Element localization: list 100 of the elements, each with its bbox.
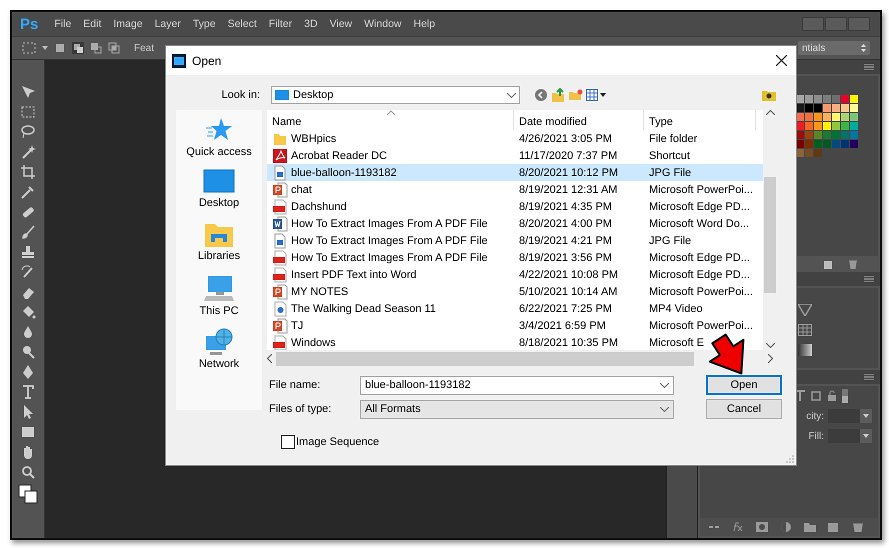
column-header[interactable]: Name <box>267 110 514 130</box>
open-button[interactable]: Open <box>706 375 782 395</box>
menu-item[interactable]: Select <box>222 18 263 30</box>
caret-icon[interactable] <box>863 414 869 418</box>
grid-icon[interactable] <box>798 324 812 336</box>
half-circle-icon[interactable] <box>780 522 792 532</box>
color-swatch[interactable] <box>850 95 858 103</box>
place-item[interactable]: Quick access <box>186 116 252 169</box>
stamp-icon[interactable] <box>20 244 36 260</box>
color-swatch[interactable] <box>805 131 813 139</box>
chevron-left-icon[interactable] <box>267 354 272 363</box>
column-header[interactable]: Date modified <box>514 110 644 130</box>
color-swatch[interactable] <box>805 95 813 103</box>
color-swatch[interactable] <box>841 131 849 139</box>
color-swatch[interactable] <box>814 113 822 121</box>
back-icon[interactable] <box>534 88 548 102</box>
type-icon[interactable] <box>20 384 36 400</box>
color-swatches-icon[interactable] <box>18 484 38 504</box>
workspace-dropdown[interactable]: ntials <box>798 41 870 55</box>
color-swatch[interactable] <box>823 122 831 130</box>
view-menu-icon[interactable] <box>586 89 606 101</box>
menu-item[interactable]: View <box>324 18 358 30</box>
vertical-scrollbar[interactable] <box>763 110 777 350</box>
place-item[interactable]: Desktop <box>198 169 240 222</box>
color-swatch[interactable] <box>805 113 813 121</box>
scroll-thumb[interactable] <box>764 177 776 293</box>
subtract-selection-icon[interactable] <box>90 42 102 54</box>
menu-item[interactable]: Edit <box>77 18 108 30</box>
new-selection-icon[interactable] <box>54 42 66 54</box>
checkbox[interactable] <box>281 435 295 449</box>
pen-icon[interactable] <box>20 364 36 380</box>
color-swatch[interactable] <box>805 104 813 112</box>
menu-icon[interactable] <box>864 276 874 282</box>
rectangle-icon[interactable] <box>20 424 36 440</box>
new-layer-icon[interactable] <box>828 522 840 532</box>
zoom-icon[interactable] <box>20 464 36 480</box>
color-swatch[interactable] <box>814 104 822 112</box>
color-swatch[interactable] <box>823 131 831 139</box>
color-swatch[interactable] <box>832 122 840 130</box>
color-swatch[interactable] <box>841 122 849 130</box>
transform-filter-icon[interactable] <box>810 390 822 402</box>
menu-item[interactable]: Filter <box>262 18 298 30</box>
caret-icon[interactable] <box>42 46 48 50</box>
intersect-selection-icon[interactable] <box>108 42 120 54</box>
eyedropper-icon[interactable] <box>20 184 36 200</box>
gradient-icon[interactable] <box>798 344 812 356</box>
cancel-button[interactable]: Cancel <box>706 399 782 419</box>
color-swatch[interactable] <box>841 95 849 103</box>
move-icon[interactable] <box>20 84 36 100</box>
menu-item[interactable]: Help <box>408 18 442 30</box>
mask-icon[interactable] <box>756 522 768 532</box>
color-swatch[interactable] <box>823 104 831 112</box>
lasso-icon[interactable] <box>20 124 36 140</box>
marquee-icon[interactable] <box>22 42 36 54</box>
lock-icon[interactable] <box>826 390 838 402</box>
file-row[interactable]: blue-balloon-1193182 8/20/2021 10:12 PM JPG File <box>267 164 763 181</box>
wand-icon[interactable] <box>20 144 36 160</box>
color-swatch[interactable] <box>832 140 840 148</box>
type-filter-icon[interactable] <box>794 390 806 402</box>
color-swatch[interactable] <box>841 104 849 112</box>
file-row[interactable]: Acrobat Reader DC 11/17/2020 7:37 PM Shortcut <box>267 147 763 164</box>
file-row[interactable]: Windows 8/18/2021 10:35 PM Microsoft E <box>267 334 763 350</box>
new-swatch-icon[interactable] <box>824 259 834 269</box>
color-swatch[interactable] <box>814 95 822 103</box>
file-row[interactable]: TJ 3/4/2021 6:59 PM Microsoft PowerPoi... <box>267 317 763 334</box>
color-swatch[interactable] <box>832 113 840 121</box>
menu-icon[interactable] <box>864 64 874 70</box>
color-swatch[interactable] <box>823 140 831 148</box>
column-header[interactable]: Type <box>644 110 756 130</box>
marquee-icon[interactable] <box>20 104 36 120</box>
place-item[interactable]: Libraries <box>198 222 240 275</box>
crop-icon[interactable] <box>20 164 36 180</box>
menu-item[interactable]: Type <box>186 18 222 30</box>
place-item[interactable]: Network <box>198 328 240 381</box>
file-row[interactable]: The Walking Dead Season 11 6/22/2021 7:25 PM MP4 Video <box>267 300 763 317</box>
close-icon[interactable] <box>776 55 787 66</box>
menu-item[interactable]: Layer <box>148 18 187 30</box>
file-row[interactable]: How To Extract Images From A PDF File 8/20/2021 4:00 PM Microsoft Word Do... <box>267 215 763 232</box>
fill-field[interactable] <box>828 429 872 443</box>
trash-icon[interactable] <box>848 259 858 269</box>
chevron-down-icon[interactable] <box>766 343 774 348</box>
color-swatch[interactable] <box>814 131 822 139</box>
file-row[interactable]: How To Extract Images From A PDF File 8/19/2021 3:56 PM Microsoft Edge PD... <box>267 249 763 266</box>
file-row[interactable]: chat 8/19/2021 12:31 AM Microsoft PowerPoi... <box>267 181 763 198</box>
trash-icon[interactable] <box>852 522 864 532</box>
color-swatch[interactable] <box>805 140 813 148</box>
scroll-thumb[interactable] <box>276 352 694 366</box>
menu-item[interactable]: File <box>48 18 78 30</box>
up-folder-icon[interactable] <box>551 88 565 102</box>
color-swatch[interactable] <box>823 113 831 121</box>
color-swatch[interactable] <box>841 113 849 121</box>
file-row[interactable]: Dachshund 8/19/2021 4:35 PM Microsoft Edge PD... <box>267 198 763 215</box>
triangle-icon[interactable] <box>798 304 812 316</box>
menu-item[interactable]: Window <box>358 18 408 30</box>
file-row[interactable]: How To Extract Images From A PDF File 8/19/2021 4:21 PM JPG File <box>267 232 763 249</box>
menu-icon[interactable] <box>864 374 874 380</box>
chevron-up-icon[interactable] <box>766 110 774 115</box>
color-swatch[interactable] <box>814 140 822 148</box>
color-swatch[interactable] <box>814 122 822 130</box>
color-swatch[interactable] <box>850 131 858 139</box>
